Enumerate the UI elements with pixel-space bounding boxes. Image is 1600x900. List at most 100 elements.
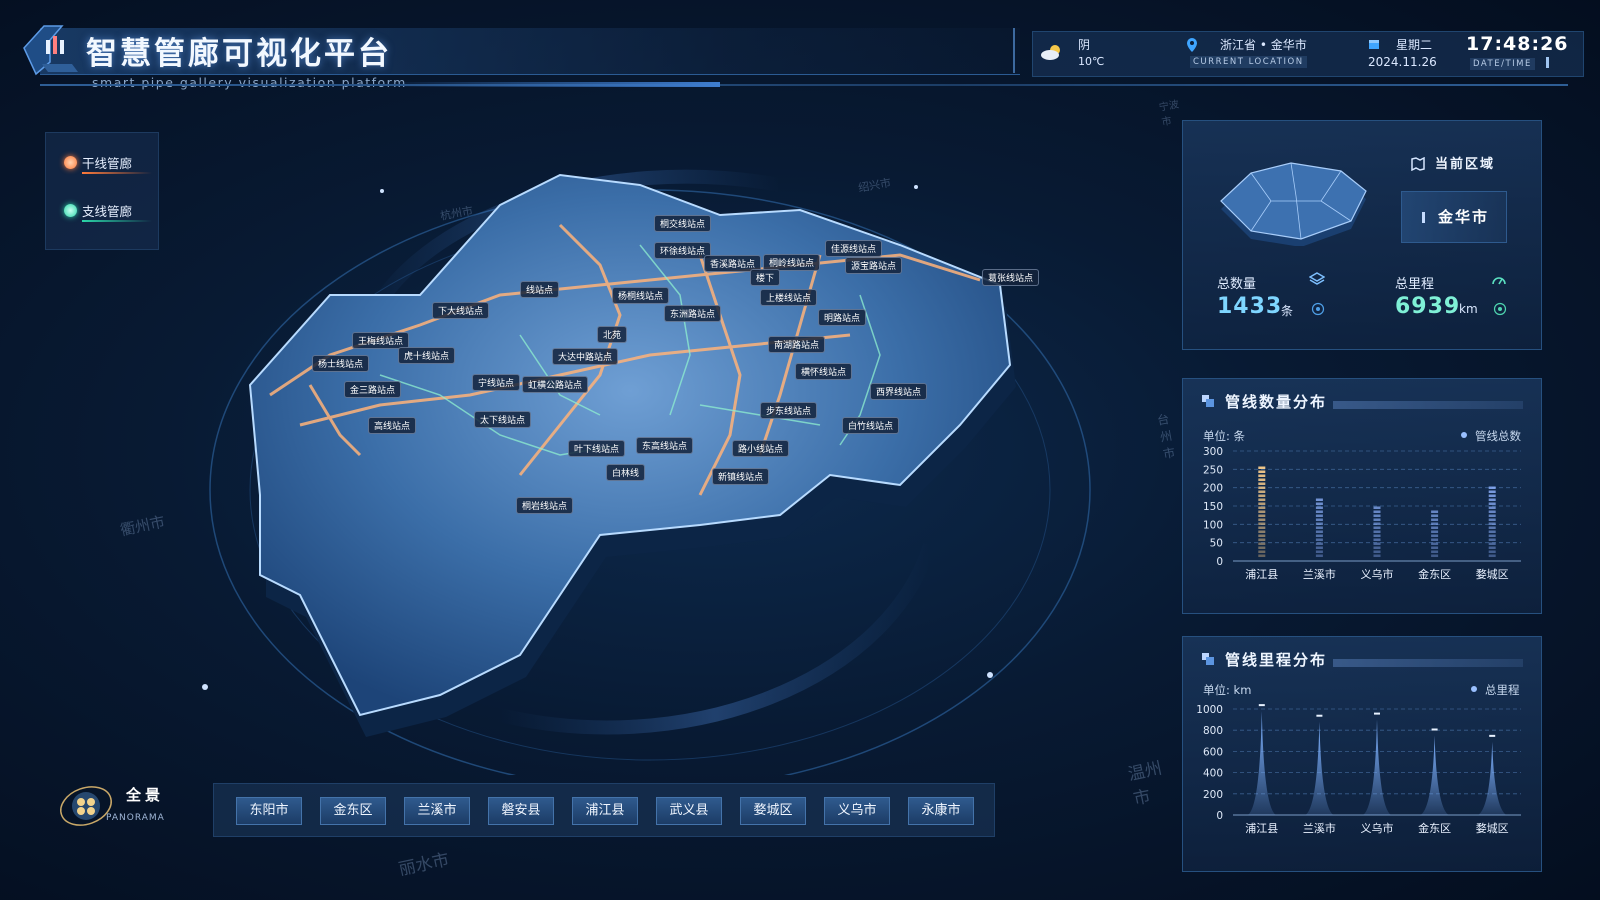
region-panel-title: 当前区域 (1435, 157, 1496, 172)
ring-dot (202, 684, 208, 690)
y-tick-label: 100 (1203, 519, 1223, 531)
count-unit: 单位: 条 (1203, 429, 1246, 443)
station-label[interactable]: 下大线站点 (432, 302, 490, 319)
station-label[interactable]: 高线站点 (368, 417, 417, 434)
district-button[interactable]: 磐安县 (488, 797, 554, 825)
x-tick-label: 浦江县 (1245, 568, 1278, 581)
station-label[interactable]: 桐岩线站点 (516, 497, 574, 514)
bar (1258, 466, 1266, 557)
station-label[interactable]: 杨士线站点 (312, 355, 370, 372)
station-label[interactable]: 横怀线站点 (795, 363, 853, 380)
weather-condition: 阴 (1078, 38, 1091, 52)
length-distribution-panel: 管线里程分布 单位: km 总里程 0 200 400 600 800 1000 浦江县 兰溪… (1182, 636, 1542, 872)
clock-time: 17:48:26 (1466, 33, 1569, 55)
station-label[interactable]: 太下线站点 (474, 411, 532, 428)
y-tick-label: 1000 (1196, 704, 1223, 716)
current-region-box[interactable]: 金华市 (1401, 191, 1507, 243)
y-tick-label: 200 (1203, 789, 1223, 801)
title-underline (1333, 401, 1523, 409)
station-label[interactable]: 东洲路站点 (664, 305, 722, 322)
peak-cap (1489, 734, 1496, 737)
station-label[interactable]: 叶下线站点 (568, 440, 626, 457)
x-tick-label: 浦江县 (1245, 822, 1278, 835)
total-length-unit: km (1459, 302, 1478, 316)
peak-mark (1247, 711, 1276, 815)
bar (1315, 498, 1323, 557)
station-label[interactable]: 明路站点 (818, 309, 867, 326)
total-count-label: 总数量 (1217, 277, 1257, 292)
location-pin-icon (1187, 38, 1197, 52)
target-icon (1311, 302, 1325, 316)
station-label[interactable]: 楼下 (750, 269, 781, 286)
city-label: 丽水市 (396, 849, 452, 881)
station-label[interactable]: 环徐线站点 (654, 242, 712, 259)
district-button[interactable]: 永康市 (908, 797, 974, 825)
station-label[interactable]: 金三路站点 (344, 381, 402, 398)
map-area[interactable]: 杭州市 绍兴市 宁波市 衢州市 温州市 台州市 桐交线站点 环徐线站点 香溪路站… (0, 95, 1180, 809)
x-tick-label: 婺城区 (1476, 568, 1509, 581)
station-label[interactable]: 白林线 (606, 464, 646, 481)
clock-tag: DATE/TIME (1470, 58, 1535, 70)
station-label[interactable]: 大达中路站点 (552, 348, 619, 365)
station-label[interactable]: 葛张线站点 (982, 269, 1040, 286)
header: 智慧管廊可视化平台 smart pipe gallery visualizati… (0, 0, 1600, 95)
district-button[interactable]: 金东区 (320, 797, 386, 825)
platform-logo-icon (23, 25, 78, 76)
peak-cap (1316, 714, 1323, 717)
station-label[interactable]: 线站点 (520, 281, 560, 298)
length-panel-title: 管线里程分布 (1225, 651, 1328, 669)
length-legend-dot (1471, 686, 1477, 692)
station-label[interactable]: 虎十线站点 (398, 347, 456, 364)
y-tick-label: 150 (1203, 501, 1223, 513)
map-icon (1411, 157, 1425, 171)
panorama-sub: PANORAMA (106, 813, 165, 823)
y-tick-label: 300 (1203, 446, 1223, 458)
y-tick-label: 250 (1203, 464, 1223, 476)
count-bar-chart[interactable]: 0 50 100 150 200 250 300 浦江县 兰溪市 义乌市 金东区 婺城区 (1183, 443, 1541, 593)
station-label[interactable]: 白竹线站点 (842, 417, 900, 434)
station-label[interactable]: 宁线站点 (472, 374, 521, 391)
bar (1431, 510, 1439, 557)
page-subtitle: smart pipe gallery visualization platfor… (92, 75, 407, 90)
station-label[interactable]: 新镇线站点 (712, 468, 770, 485)
bar (1488, 486, 1496, 557)
x-tick-label: 兰溪市 (1303, 567, 1336, 581)
header-separator (1013, 28, 1015, 73)
x-tick-label: 义乌市 (1361, 567, 1394, 581)
map-canvas (202, 169, 1091, 775)
bar (1373, 506, 1381, 557)
region-marker (1422, 212, 1425, 223)
station-label[interactable]: 虹横公路站点 (522, 376, 589, 393)
district-button[interactable]: 兰溪市 (404, 797, 470, 825)
x-tick-label: 兰溪市 (1303, 821, 1336, 835)
station-label[interactable]: 北苑 (597, 326, 628, 343)
region-3d-map-icon[interactable] (1211, 151, 1371, 246)
station-label[interactable]: 路小线站点 (732, 440, 790, 457)
x-tick-label: 金东区 (1418, 821, 1451, 835)
station-label[interactable]: 源宝路站点 (845, 257, 903, 274)
station-label[interactable]: 上楼线站点 (760, 289, 818, 306)
location-name: 浙江省 • 金华市 (1220, 38, 1307, 52)
length-legend-label: 总里程 (1485, 683, 1520, 697)
region-panel: 当前区域 金华市 总数量 1433 条 总里程 6939 km (1182, 120, 1542, 350)
length-unit: 单位: km (1203, 683, 1252, 697)
district-button[interactable]: 婺城区 (740, 797, 806, 825)
district-button[interactable]: 武义县 (656, 797, 722, 825)
station-label[interactable]: 西界线站点 (870, 383, 928, 400)
total-count-unit: 条 (1281, 304, 1294, 318)
length-area-chart[interactable]: 0 200 400 600 800 1000 浦江县 兰溪市 义乌市 金东区 婺城区 (1183, 697, 1541, 855)
district-button[interactable]: 东阳市 (236, 797, 302, 825)
station-label[interactable]: 桐交线站点 (654, 215, 712, 232)
peak-mark (1363, 719, 1391, 815)
total-length-label: 总里程 (1395, 277, 1435, 292)
district-button[interactable]: 浦江县 (572, 797, 638, 825)
station-label[interactable]: 杨桐线站点 (612, 287, 670, 304)
total-count-value: 1433 (1217, 294, 1283, 319)
station-label[interactable]: 南湖路站点 (768, 336, 826, 353)
station-label[interactable]: 步东线站点 (760, 402, 818, 419)
location-tag: CURRENT LOCATION (1190, 56, 1307, 68)
panorama-button[interactable]: 全景 PANORAMA (58, 778, 188, 838)
district-button[interactable]: 义乌市 (824, 797, 890, 825)
station-label[interactable]: 东高线站点 (636, 437, 694, 454)
station-label[interactable]: 佳源线站点 (825, 240, 883, 257)
